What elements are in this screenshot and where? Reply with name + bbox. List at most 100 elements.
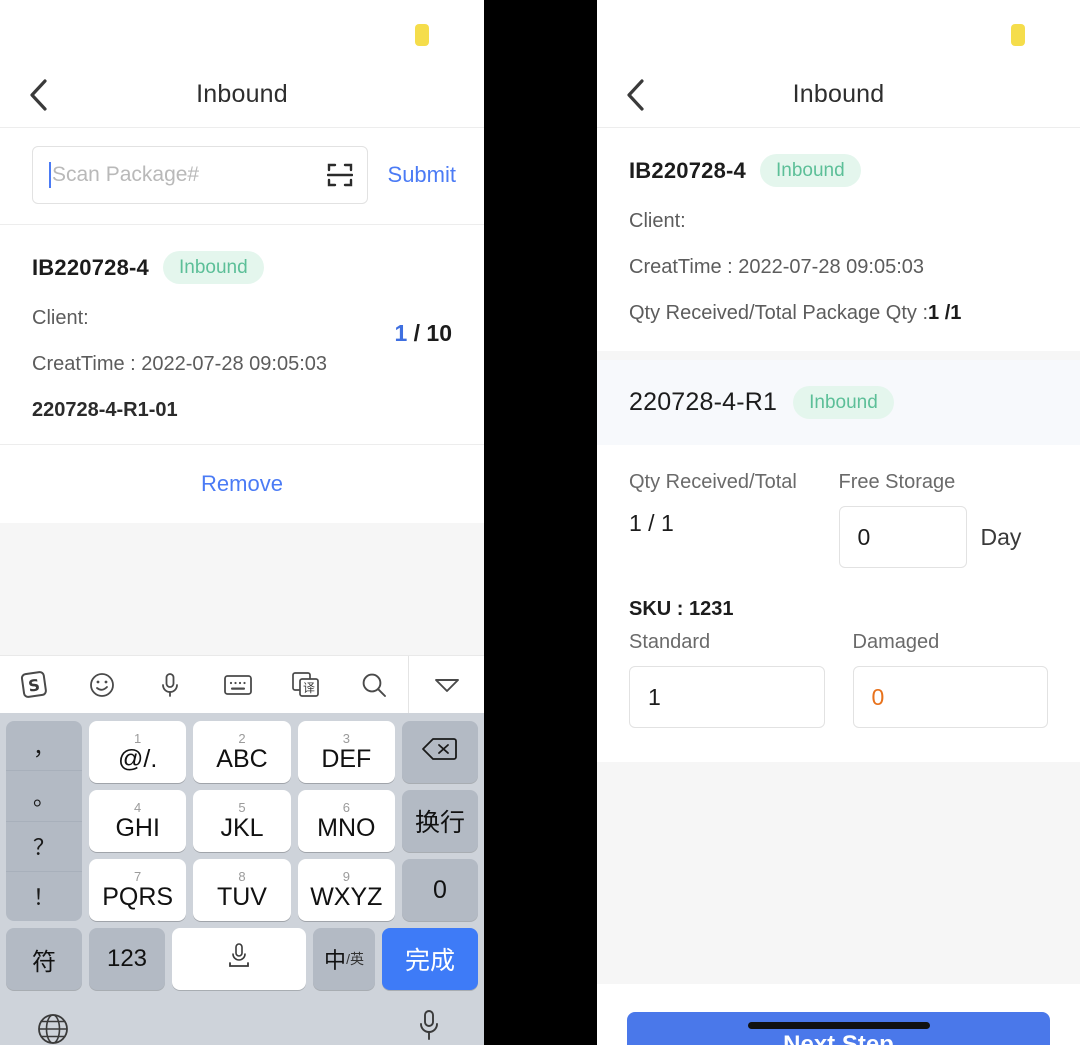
t9-keyboard: ， 。 ？ ！ 1 @/. 2 ABC 3 DEF 4 GHI 5 JKL 6 … (0, 713, 484, 998)
key-number: 5 (238, 799, 246, 815)
key-9[interactable]: 9 WXYZ (297, 859, 395, 921)
done-key[interactable]: 完成 (382, 928, 478, 990)
left-phone-panel: Inbound Scan Package# Submit IB220728-4 … (0, 0, 484, 1045)
key-letters: ABC (216, 744, 268, 773)
package-counter-total: / 10 (413, 320, 452, 346)
search-icon[interactable] (340, 656, 408, 713)
keyboard-bottom-row: 符 123 中 /英 完成 (6, 928, 478, 998)
symbol-key[interactable]: 符 (6, 928, 82, 990)
numeric-key[interactable]: 123 (89, 928, 165, 990)
key-0[interactable]: 0 (402, 859, 478, 921)
damaged-group: Damaged 0 (852, 631, 1048, 728)
key-exclamation[interactable]: ！ (6, 872, 82, 921)
status-indicator-icon (1011, 24, 1025, 46)
key-period[interactable]: 。 (6, 771, 82, 822)
key-question[interactable]: ？ (6, 822, 82, 872)
page-title: Inbound (196, 80, 288, 108)
page-title: Inbound (792, 80, 885, 108)
newline-key[interactable]: 换行 (402, 790, 478, 852)
key-8[interactable]: 8 TUV (193, 859, 291, 921)
package-number: 220728-4-R1-01 (32, 399, 178, 421)
package-id: 220728-4-R1 (629, 388, 778, 416)
order-id: IB220728-4 (629, 157, 746, 183)
key-comma[interactable]: ， (6, 721, 82, 772)
language-main: 中 (324, 948, 347, 973)
key-letters: @/. (118, 744, 158, 773)
standard-input[interactable]: 1 (629, 666, 825, 728)
scan-bar: Scan Package# Submit (0, 128, 484, 225)
keypad-row: 1 @/. 2 ABC 3 DEF (89, 721, 395, 783)
sogou-logo-icon[interactable]: S (0, 656, 68, 713)
client-label: Client: (629, 210, 686, 232)
key-letters: PQRS (102, 882, 174, 911)
chevron-left-icon (624, 78, 646, 112)
translate-icon[interactable]: 译 (272, 656, 340, 713)
collapse-keyboard-icon[interactable] (408, 656, 484, 713)
key-4[interactable]: 4 GHI (89, 790, 187, 852)
keypad-main: 1 @/. 2 ABC 3 DEF 4 GHI 5 JKL 6 MNO 7 PQ… (89, 721, 395, 921)
keyboard-icon[interactable] (204, 656, 272, 713)
status-badge: Inbound (759, 154, 861, 187)
keypad-function-column: 换行 0 (402, 721, 478, 921)
key-letters: WXYZ (310, 882, 383, 911)
microphone-icon[interactable] (136, 656, 204, 713)
keyboard-footer (0, 998, 484, 1045)
package-form: Qty Received/Total 1 / 1 Free Storage 0 … (597, 445, 1080, 762)
key-3[interactable]: 3 DEF (297, 721, 395, 783)
free-storage-label: Free Storage (838, 471, 956, 493)
status-indicator-icon (415, 24, 429, 46)
next-step-bar: Next Step (597, 984, 1080, 1045)
globe-icon[interactable] (36, 1012, 70, 1045)
microphone-icon[interactable] (414, 1008, 444, 1045)
key-number: 2 (238, 730, 246, 746)
qty-received-total-value: 1 / 1 (629, 510, 674, 536)
status-bar (0, 0, 484, 62)
key-5[interactable]: 5 JKL (193, 790, 291, 852)
language-toggle-key[interactable]: 中 /英 (313, 928, 375, 990)
qty-received-line: Qty Received/Total Package Qty :1 /1 (629, 301, 1048, 325)
damaged-input[interactable]: 0 (852, 666, 1048, 728)
free-storage-group: Free Storage 0 Day (838, 471, 1049, 568)
sku-label: SKU : 1231 (629, 598, 734, 620)
content-filler (0, 523, 484, 655)
key-number: 1 (134, 730, 142, 746)
create-time: CreatTime : 2022-07-28 09:05:03 (629, 256, 924, 278)
damaged-label: Damaged (852, 631, 940, 653)
qty-received-label: Qty Received/Total Package Qty : (629, 302, 929, 324)
back-button[interactable] (18, 75, 58, 115)
order-title-row: IB220728-4 Inbound (32, 251, 452, 284)
standard-label: Standard (629, 631, 711, 653)
sku-inputs-row: Standard 1 Damaged 0 (629, 631, 1048, 728)
scan-input-placeholder: Scan Package# (52, 163, 200, 186)
home-indicator (747, 1022, 930, 1029)
free-storage-unit: Day (980, 523, 1022, 550)
keyboard-grid: ， 。 ？ ！ 1 @/. 2 ABC 3 DEF 4 GHI 5 JKL 6 … (6, 721, 478, 921)
scan-barcode-icon[interactable] (326, 162, 353, 188)
qty-storage-row: Qty Received/Total 1 / 1 Free Storage 0 … (629, 471, 1048, 568)
free-storage-input[interactable]: 0 (838, 506, 967, 568)
package-counter-current: 1 (394, 320, 408, 346)
qty-received-value: 1 /1 (928, 302, 962, 324)
key-6[interactable]: 6 MNO (297, 790, 395, 852)
right-nav-bar: Inbound (597, 62, 1080, 128)
key-1[interactable]: 1 @/. (89, 721, 187, 783)
emoji-icon[interactable] (68, 656, 136, 713)
key-number: 8 (238, 868, 246, 884)
key-2[interactable]: 2 ABC (193, 721, 291, 783)
package-sub-header: 220728-4-R1 Inbound (597, 360, 1080, 445)
key-7[interactable]: 7 PQRS (89, 859, 187, 921)
back-button[interactable] (615, 75, 655, 115)
submit-button[interactable]: Submit (386, 156, 458, 194)
left-nav-bar: Inbound (0, 62, 484, 128)
status-badge: Inbound (162, 251, 264, 284)
delete-key[interactable] (402, 721, 478, 783)
text-caret (49, 162, 51, 188)
scan-input[interactable]: Scan Package# (32, 146, 368, 204)
space-key[interactable] (172, 928, 306, 990)
status-bar (597, 0, 1080, 62)
microphone-icon (222, 940, 256, 979)
punctuation-column: ， 。 ？ ！ (6, 721, 82, 921)
order-title-row: IB220728-4 Inbound (629, 154, 1048, 187)
screenshot-stage: Inbound Scan Package# Submit IB220728-4 … (0, 0, 1080, 1045)
remove-button[interactable]: Remove (201, 471, 283, 497)
